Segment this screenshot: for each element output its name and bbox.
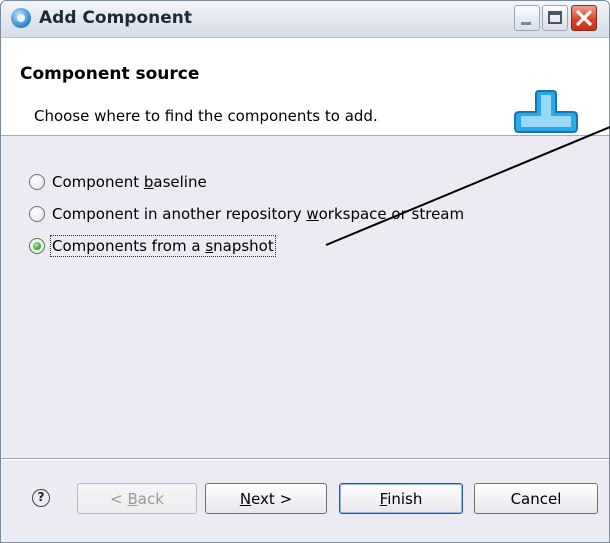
wizard-header: Component source Choose where to find th… [1,38,609,136]
next-button[interactable]: Next > [205,483,327,514]
help-icon[interactable]: ? [32,489,50,507]
option-components-from-snapshot[interactable]: Components from a snapshot [29,235,276,257]
title-bar[interactable]: Add Component [1,1,609,38]
minimize-button[interactable] [514,5,540,31]
option-label: Components from a snapshot [50,235,276,257]
radio-another-workspace-or-stream[interactable] [29,206,45,222]
maximize-icon [548,11,562,24]
option-component-baseline[interactable]: Component baseline [29,173,207,191]
radio-component-baseline[interactable] [29,174,45,190]
radio-selected-dot [33,242,41,250]
finish-button[interactable]: Finish [339,483,463,514]
back-button[interactable]: < Back [77,483,197,514]
close-icon [576,10,592,26]
option-label: Component baseline [52,173,207,191]
radio-components-from-snapshot[interactable] [29,238,45,254]
component-banner-icon [514,90,578,133]
add-component-dialog: Add Component Component source Choose wh… [0,0,610,543]
cancel-button[interactable]: Cancel [474,483,598,514]
maximize-button[interactable] [542,5,568,31]
minimize-icon [521,22,531,25]
option-label: Component in another repository workspac… [52,205,465,223]
footer-separator [1,458,609,460]
page-title: Component source [20,64,200,84]
eclipse-app-icon [11,8,31,28]
close-button[interactable] [571,5,597,31]
window-title: Add Component [39,8,192,28]
page-description: Choose where to find the components to a… [34,107,378,125]
option-another-workspace-or-stream[interactable]: Component in another repository workspac… [29,205,464,223]
